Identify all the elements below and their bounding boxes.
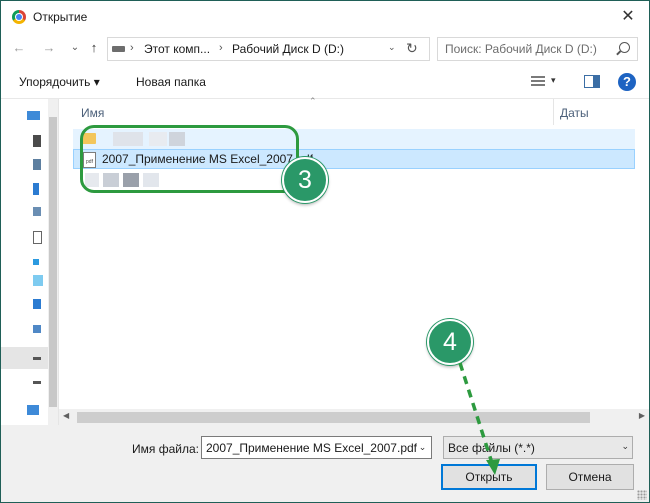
highlight-box	[80, 125, 299, 193]
command-toolbar: Упорядочить ▾ Новая папка ▾ ?	[1, 66, 649, 99]
downloads-icon[interactable]	[33, 183, 39, 195]
address-segment-drive-d[interactable]: Рабочий Диск D (D:)	[232, 42, 344, 56]
chevron-down-icon[interactable]: ⌄	[414, 437, 431, 458]
navigation-pane	[1, 99, 59, 425]
organize-button[interactable]: Упорядочить ▾	[19, 75, 100, 89]
chrome-icon	[12, 10, 26, 24]
address-separator: ›	[130, 42, 134, 54]
drive-icon	[112, 46, 125, 52]
step-4-badge: 4	[427, 319, 473, 365]
drive-icon[interactable]	[33, 357, 41, 360]
onedrive-icon[interactable]	[33, 275, 43, 286]
horizontal-scrollbar[interactable]: ◀ ▶	[59, 409, 649, 426]
scroll-thumb[interactable]	[77, 412, 590, 423]
title-bar: Открытие ✕	[1, 1, 649, 32]
filetype-value: Все файлы (*.*)	[448, 441, 535, 455]
refresh-icon[interactable]: ↻	[406, 40, 418, 57]
drive-icon[interactable]	[33, 381, 41, 384]
help-icon[interactable]: ?	[618, 73, 636, 91]
filename-value: 2007_Применение MS Excel_2007.pdf	[206, 441, 417, 455]
open-button[interactable]: Открыть	[441, 464, 537, 490]
up-button[interactable]: ↑	[84, 38, 104, 58]
step-3-badge: 3	[282, 157, 328, 203]
resize-grip-icon[interactable]	[637, 490, 647, 500]
address-bar[interactable]: › Этот комп... › Рабочий Диск D (D:) ⌄ ↻	[107, 37, 430, 61]
view-dropdown-button[interactable]: ▾	[551, 75, 556, 86]
address-segment-this-pc[interactable]: Этот комп...	[144, 42, 210, 56]
search-placeholder: Поиск: Рабочий Диск D (D:)	[445, 42, 597, 56]
nav-pane-scroll-thumb[interactable]	[49, 117, 57, 407]
desktop-icon[interactable]	[27, 111, 40, 120]
column-date[interactable]: Даты	[560, 106, 589, 120]
nav-item-icon[interactable]	[33, 259, 39, 265]
network-icon[interactable]	[27, 405, 39, 415]
sort-indicator-icon: ⌃	[309, 96, 317, 106]
preview-pane-icon[interactable]	[584, 75, 600, 88]
navigation-bar: ← → ⌄ ↑ › Этот комп... › Рабочий Диск D …	[1, 32, 649, 66]
new-folder-button[interactable]: Новая папка	[136, 75, 206, 89]
forward-button[interactable]: →	[39, 38, 59, 58]
recent-locations-button[interactable]: ⌄	[65, 38, 85, 58]
nav-item-icon[interactable]	[33, 299, 41, 309]
documents-icon[interactable]	[33, 231, 42, 244]
search-icon	[619, 42, 630, 53]
pictures-icon[interactable]	[33, 207, 41, 216]
scroll-left-icon[interactable]: ◀	[63, 411, 69, 420]
window-title: Открытие	[33, 10, 88, 24]
open-file-dialog: Открытие ✕ ← → ⌄ ↑ › Этот комп... › Рабо…	[0, 0, 650, 503]
back-button[interactable]: ←	[9, 38, 29, 58]
nav-item-icon[interactable]	[33, 159, 41, 170]
filetype-select[interactable]: Все файлы (*.*) ⌄	[443, 436, 633, 459]
address-separator: ›	[219, 42, 223, 54]
nav-item-icon[interactable]	[33, 135, 41, 147]
address-dropdown-button[interactable]: ⌄	[388, 42, 396, 53]
column-name[interactable]: Имя	[81, 106, 104, 120]
chevron-down-icon[interactable]: ⌄	[621, 441, 629, 452]
column-header: ⌃ Имя Даты	[59, 96, 649, 125]
scroll-right-icon[interactable]: ▶	[639, 411, 645, 420]
view-options-icon[interactable]	[531, 76, 545, 87]
search-input[interactable]: Поиск: Рабочий Диск D (D:)	[437, 37, 638, 61]
this-pc-icon[interactable]	[33, 325, 41, 333]
column-divider[interactable]	[553, 99, 554, 125]
cancel-button[interactable]: Отмена	[546, 464, 634, 490]
filename-input[interactable]: 2007_Применение MS Excel_2007.pdf ⌄	[201, 436, 432, 459]
close-button[interactable]: ✕	[607, 1, 649, 32]
filename-label: Имя файла:	[132, 442, 199, 456]
